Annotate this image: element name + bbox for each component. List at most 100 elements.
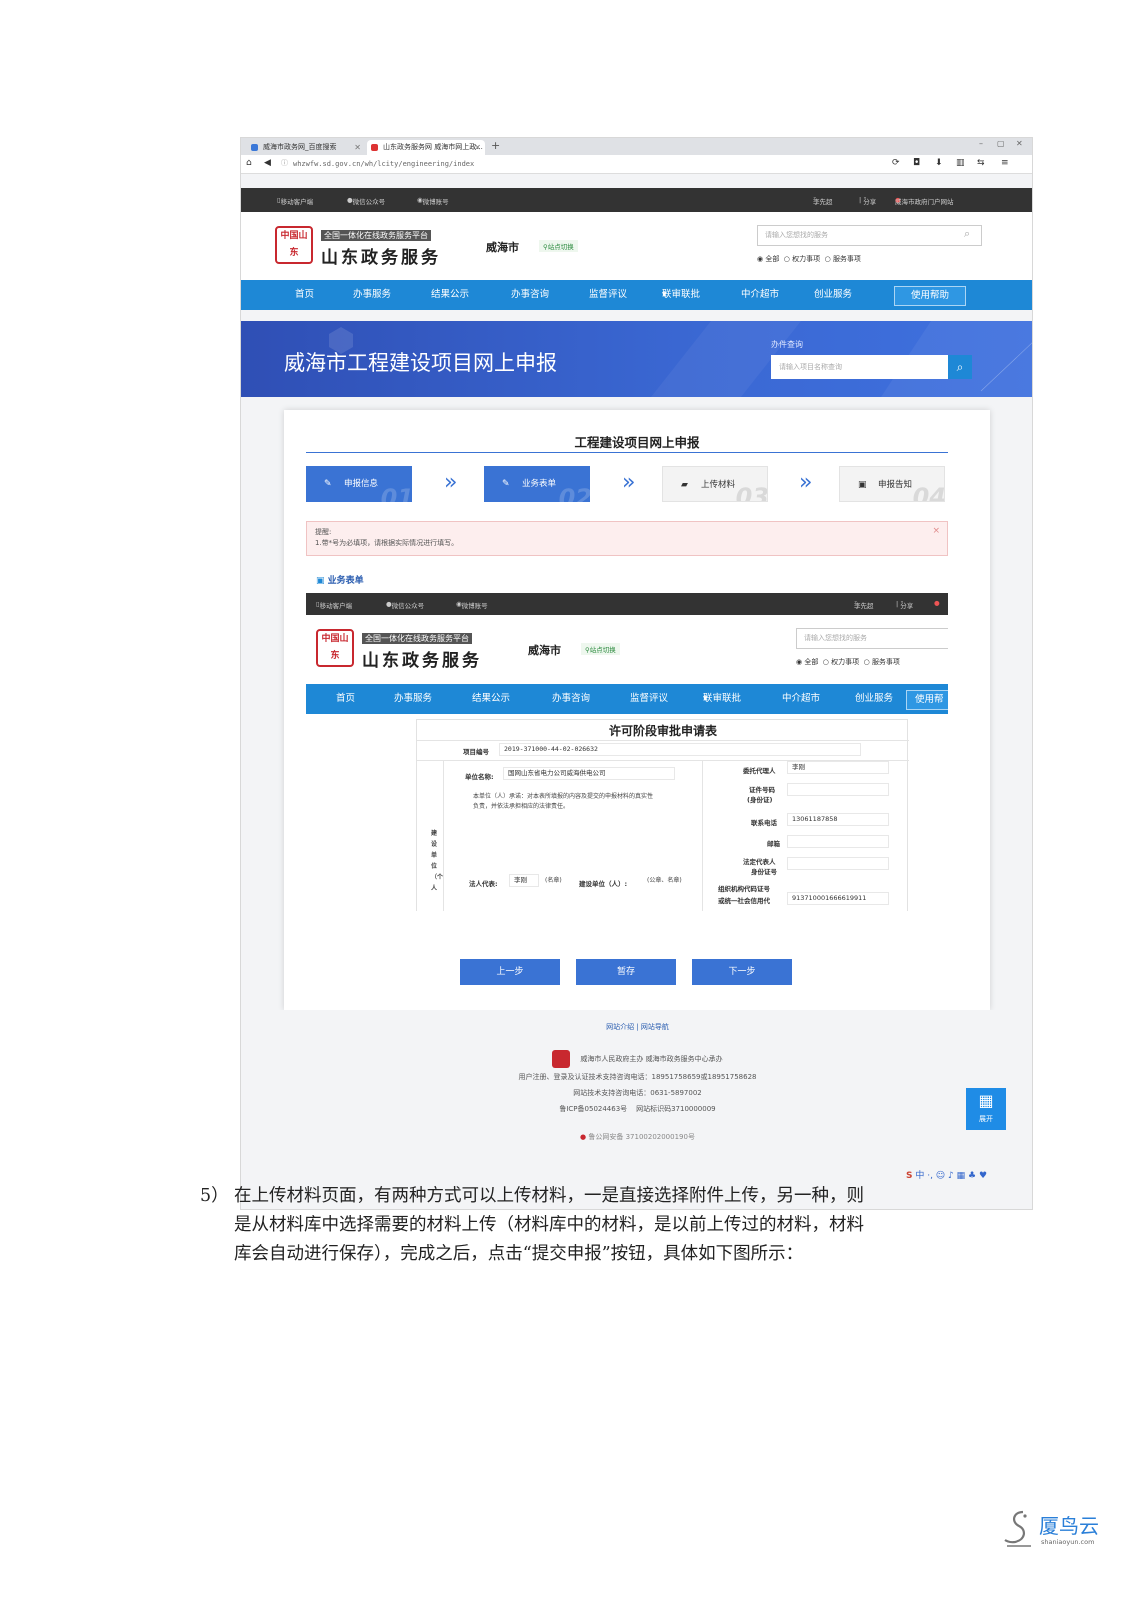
browser-tab-search[interactable]: 威海市政务网_百度搜索 ✕ xyxy=(247,140,365,155)
unit-name-field[interactable]: 国网山东省电力公司威海供电公司 xyxy=(503,767,675,780)
weibo-link[interactable]: ◉ 微博账号 xyxy=(417,196,449,206)
section-title: ▣ 业务表单 xyxy=(316,576,364,586)
sogou-icon: S xyxy=(906,1171,913,1181)
police-badge-icon: ● xyxy=(580,1133,587,1141)
step-business-form[interactable]: ✎ 业务表单 02 xyxy=(484,466,590,502)
expand-widget[interactable]: ▦ 展开 xyxy=(966,1088,1006,1130)
step-upload-materials[interactable]: ▰ 上传材料 03 xyxy=(662,466,768,502)
inner-portal-header: 中国山东 全国一体化在线政务服务平台 山东政务服务 威海市 ⚲站点切换 请输入您… xyxy=(306,615,948,683)
portal-search-input[interactable]: 请输入您想找的服务 xyxy=(796,628,948,649)
agent-field[interactable]: 李刚 xyxy=(787,761,889,774)
nav-home[interactable]: 首页 xyxy=(295,280,314,310)
emblem-icon: ● xyxy=(934,599,940,607)
close-tab-icon[interactable]: ✕ xyxy=(354,140,361,155)
step-apply-info[interactable]: ✎ 申报信息 01 xyxy=(306,466,412,502)
side-label: 建设单位（个人 xyxy=(431,830,444,892)
nav-services[interactable]: 办事服务 xyxy=(353,280,391,310)
reload-icon[interactable]: ⟳ xyxy=(892,158,900,168)
tab-favicon-icon xyxy=(371,144,378,151)
nav-startup[interactable]: 创业服务 xyxy=(814,280,852,310)
home-icon[interactable]: ⌂ xyxy=(246,158,252,168)
browser-address-bar: ⌂ ◀ ⓘ whzwfw.sd.gov.cn/wh/lcity/engineer… xyxy=(241,155,1032,174)
footer-sponsor: 威海市人民政府主办 威海市政务服务中心承办 xyxy=(241,1050,1032,1068)
edit-icon: ✎ xyxy=(502,479,510,489)
search-scope-radios[interactable]: ◉ 全部 ○ 权力事项 ○ 服务事项 xyxy=(796,657,900,667)
save-draft-button[interactable]: 暂存 xyxy=(576,959,676,985)
share-menu[interactable]: | 分享 ˅ xyxy=(859,196,876,206)
sync-icon[interactable]: ⇆ xyxy=(977,158,985,168)
library-icon[interactable]: ▥ xyxy=(956,158,965,168)
maximize-icon[interactable]: ▢ xyxy=(997,139,1005,148)
form-section-icon: ▣ xyxy=(316,576,325,586)
footer-links[interactable]: 网站介绍 | 网站导航 xyxy=(241,1022,1032,1032)
help-button[interactable]: 使用帮 xyxy=(906,690,948,710)
search-icon[interactable]: ⌕ xyxy=(964,227,970,241)
footer-support-1: 用户注册、登录及认证技术支持咨询电话：18951758659或189517586… xyxy=(518,1073,757,1081)
credit-code-field[interactable]: 913710001666619911 xyxy=(787,892,889,905)
card-title: 工程建设项目网上申报 xyxy=(574,435,700,450)
download-icon[interactable]: ⬇ xyxy=(935,158,943,168)
browser-tab-portal[interactable]: 山东政务服务网 威海市网上政... ✕ xyxy=(367,140,485,155)
prev-step-button[interactable]: 上一步 xyxy=(460,959,560,985)
nav-agency-market[interactable]: 中介超市 xyxy=(741,280,779,310)
id-number-field[interactable] xyxy=(787,783,889,796)
pocket-icon[interactable]: ◘ xyxy=(913,158,920,168)
user-menu[interactable]: 李先超 ˅ xyxy=(813,196,833,206)
inner-top-strip: ▯ 移动客户端 ● 微信公众号 ◉ 微博账号 李先超 ˅ | 分享 ˅ ● xyxy=(306,593,948,615)
city-name: 威海市 xyxy=(486,241,519,254)
email-field[interactable] xyxy=(787,835,889,848)
step-arrow-icon: » xyxy=(622,470,636,495)
emblem-icon xyxy=(552,1050,571,1068)
logo-subtitle: 全国一体化在线政务服务平台 xyxy=(321,230,431,241)
wechat-link[interactable]: ● 微信公众号 xyxy=(347,196,385,206)
city-switch-link[interactable]: ⚲站点切换 xyxy=(581,643,620,655)
application-card: 工程建设项目网上申报 ✎ 申报信息 01 » ✎ 业务表单 02 » ▰ 上传材料 03 »… xyxy=(284,410,990,1010)
document-page: 威海市政务网_百度搜索 ✕ 山东政务服务网 威海市网上政... ✕ + – ▢ … xyxy=(0,0,1131,1600)
close-tab-icon[interactable]: ✕ xyxy=(474,140,481,155)
new-tab-button[interactable]: + xyxy=(491,139,500,152)
portal-top-strip: ▯ 移动客户端 ● 微信公众号 ◉ 微博账号 李先超 ˅ | 分享 ˅ ● 威海… xyxy=(241,188,1032,212)
search-scope-radios[interactable]: ◉ 全部 ○ 权力事项 ○ 服务事项 xyxy=(757,254,861,264)
city-name: 威海市 xyxy=(528,644,561,657)
back-icon[interactable]: ◀ xyxy=(264,158,271,168)
form-title: 许可阶段审批申请表 xyxy=(608,724,717,738)
inner-portal-nav: 首页 办事服务 结果公示 办事咨询 监督评议 联审联批 ▾ 中介超市 创业服务 使… xyxy=(306,684,948,714)
close-alert-icon[interactable]: × xyxy=(932,526,940,537)
project-number-field[interactable]: 2019-371000-44-02-026632 xyxy=(499,743,861,756)
bird-logo-icon xyxy=(1004,1510,1031,1547)
close-window-icon[interactable]: ✕ xyxy=(1016,139,1023,148)
mobile-client-link[interactable]: ▯ 移动客户端 xyxy=(277,196,313,206)
edit-icon: ✎ xyxy=(324,479,332,489)
legal-rep-field[interactable]: 李刚 xyxy=(509,874,539,887)
tab-favicon-icon xyxy=(251,144,258,151)
step-arrow-icon: » xyxy=(799,470,813,495)
step-arrow-icon: » xyxy=(444,470,458,495)
grid-icon: ▦ xyxy=(978,1091,994,1110)
info-icon: ⓘ xyxy=(281,159,288,167)
nav-consult[interactable]: 办事咨询 xyxy=(511,280,549,310)
browser-tab-bar: 威海市政务网_百度搜索 ✕ 山东政务服务网 威海市网上政... ✕ + – ▢ … xyxy=(241,138,1032,155)
embedded-form-frame: ▯ 移动客户端 ● 微信公众号 ◉ 微博账号 李先超 ˅ | 分享 ˅ ● 中国… xyxy=(306,593,948,911)
nav-supervise[interactable]: 监督评议 xyxy=(589,280,627,310)
nav-joint-approval[interactable]: 联审联批 ▾ xyxy=(662,280,700,310)
help-button[interactable]: 使用帮助 xyxy=(894,286,967,306)
query-label: 办件查询 xyxy=(771,340,803,349)
menu-icon[interactable]: ≡ xyxy=(1001,158,1009,168)
step-notification[interactable]: ▣ 申报告知 04 xyxy=(839,466,945,502)
query-search-icon[interactable]: ⌕ xyxy=(948,355,972,379)
nav-results[interactable]: 结果公示 xyxy=(431,280,469,310)
next-step-button[interactable]: 下一步 xyxy=(692,959,792,985)
ime-toolbar: S 中 ·, ☺ ♪ ▦ ♣ ♥ xyxy=(906,1171,988,1181)
project-banner: 威海市工程建设项目网上申报 办件查询 请输入项目名称查询 ⌕ xyxy=(241,321,1032,397)
calendar-icon: ▣ xyxy=(858,480,867,490)
portal-search-input[interactable]: 请输入您想找的服务 xyxy=(757,225,982,246)
notice-alert: 提醒: 1.带*号为必填项，请根据实际情况进行填写。 × xyxy=(306,521,948,556)
city-switch-link[interactable]: ⚲站点切换 xyxy=(539,240,578,252)
minimize-icon[interactable]: – xyxy=(979,139,983,148)
logo-title: 山东政务服务 xyxy=(321,248,441,268)
phone-field[interactable]: 13061187858 xyxy=(787,813,889,826)
legal-id-field[interactable] xyxy=(787,857,889,870)
project-query-input[interactable]: 请输入项目名称查询 xyxy=(771,355,948,379)
url-input[interactable]: whzwfw.sd.gov.cn/wh/lcity/engineering/in… xyxy=(293,158,883,171)
banner-title: 威海市工程建设项目网上申报 xyxy=(284,351,557,375)
